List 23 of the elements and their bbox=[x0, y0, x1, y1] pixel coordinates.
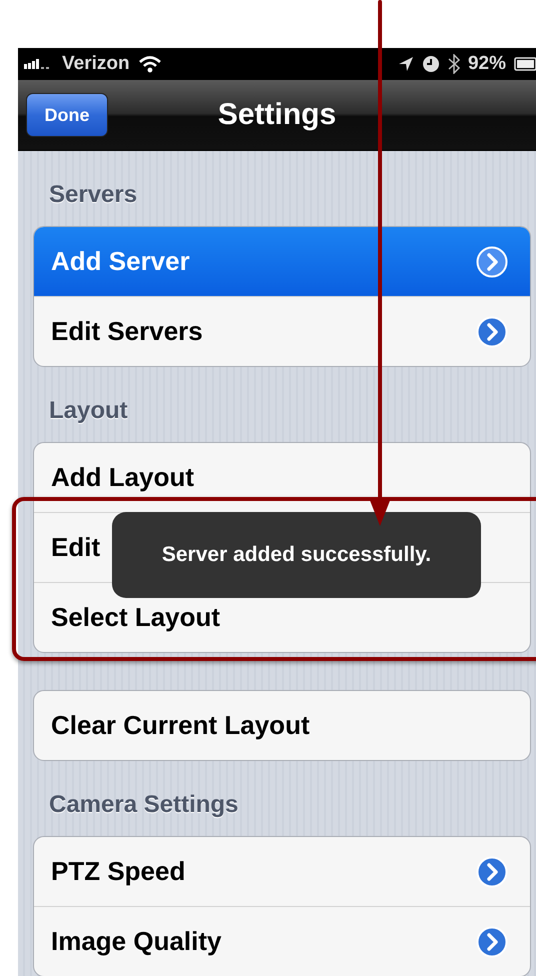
disclosure-chevron-icon[interactable] bbox=[476, 316, 508, 348]
settings-row[interactable]: PTZ Speed bbox=[34, 837, 530, 906]
success-toast: Server added successfully. bbox=[112, 512, 481, 598]
section-header: Camera Settings bbox=[48, 790, 240, 820]
clock-icon bbox=[422, 55, 440, 73]
wifi-icon bbox=[138, 55, 162, 73]
done-button[interactable]: Done bbox=[26, 93, 108, 137]
settings-row[interactable]: Image Quality bbox=[34, 906, 530, 976]
settings-row[interactable]: Add Server bbox=[34, 227, 530, 296]
settings-row[interactable]: Clear Current Layout bbox=[34, 691, 530, 760]
navigation-title: Settings bbox=[216, 98, 338, 132]
section-header: Servers bbox=[48, 180, 138, 210]
disclosure-chevron-icon[interactable] bbox=[476, 246, 508, 278]
settings-row[interactable]: Edit Servers bbox=[34, 296, 530, 366]
battery-percentage: 92% bbox=[468, 53, 506, 75]
settings-row[interactable]: Add Layout bbox=[34, 443, 530, 512]
location-arrow-icon bbox=[398, 56, 414, 72]
disclosure-chevron-icon[interactable] bbox=[476, 926, 508, 958]
battery-icon bbox=[514, 57, 536, 71]
disclosure-chevron-icon[interactable] bbox=[476, 856, 508, 888]
carrier-name: Verizon bbox=[62, 53, 130, 75]
bluetooth-icon bbox=[448, 54, 460, 74]
section-header: Layout bbox=[48, 396, 129, 426]
